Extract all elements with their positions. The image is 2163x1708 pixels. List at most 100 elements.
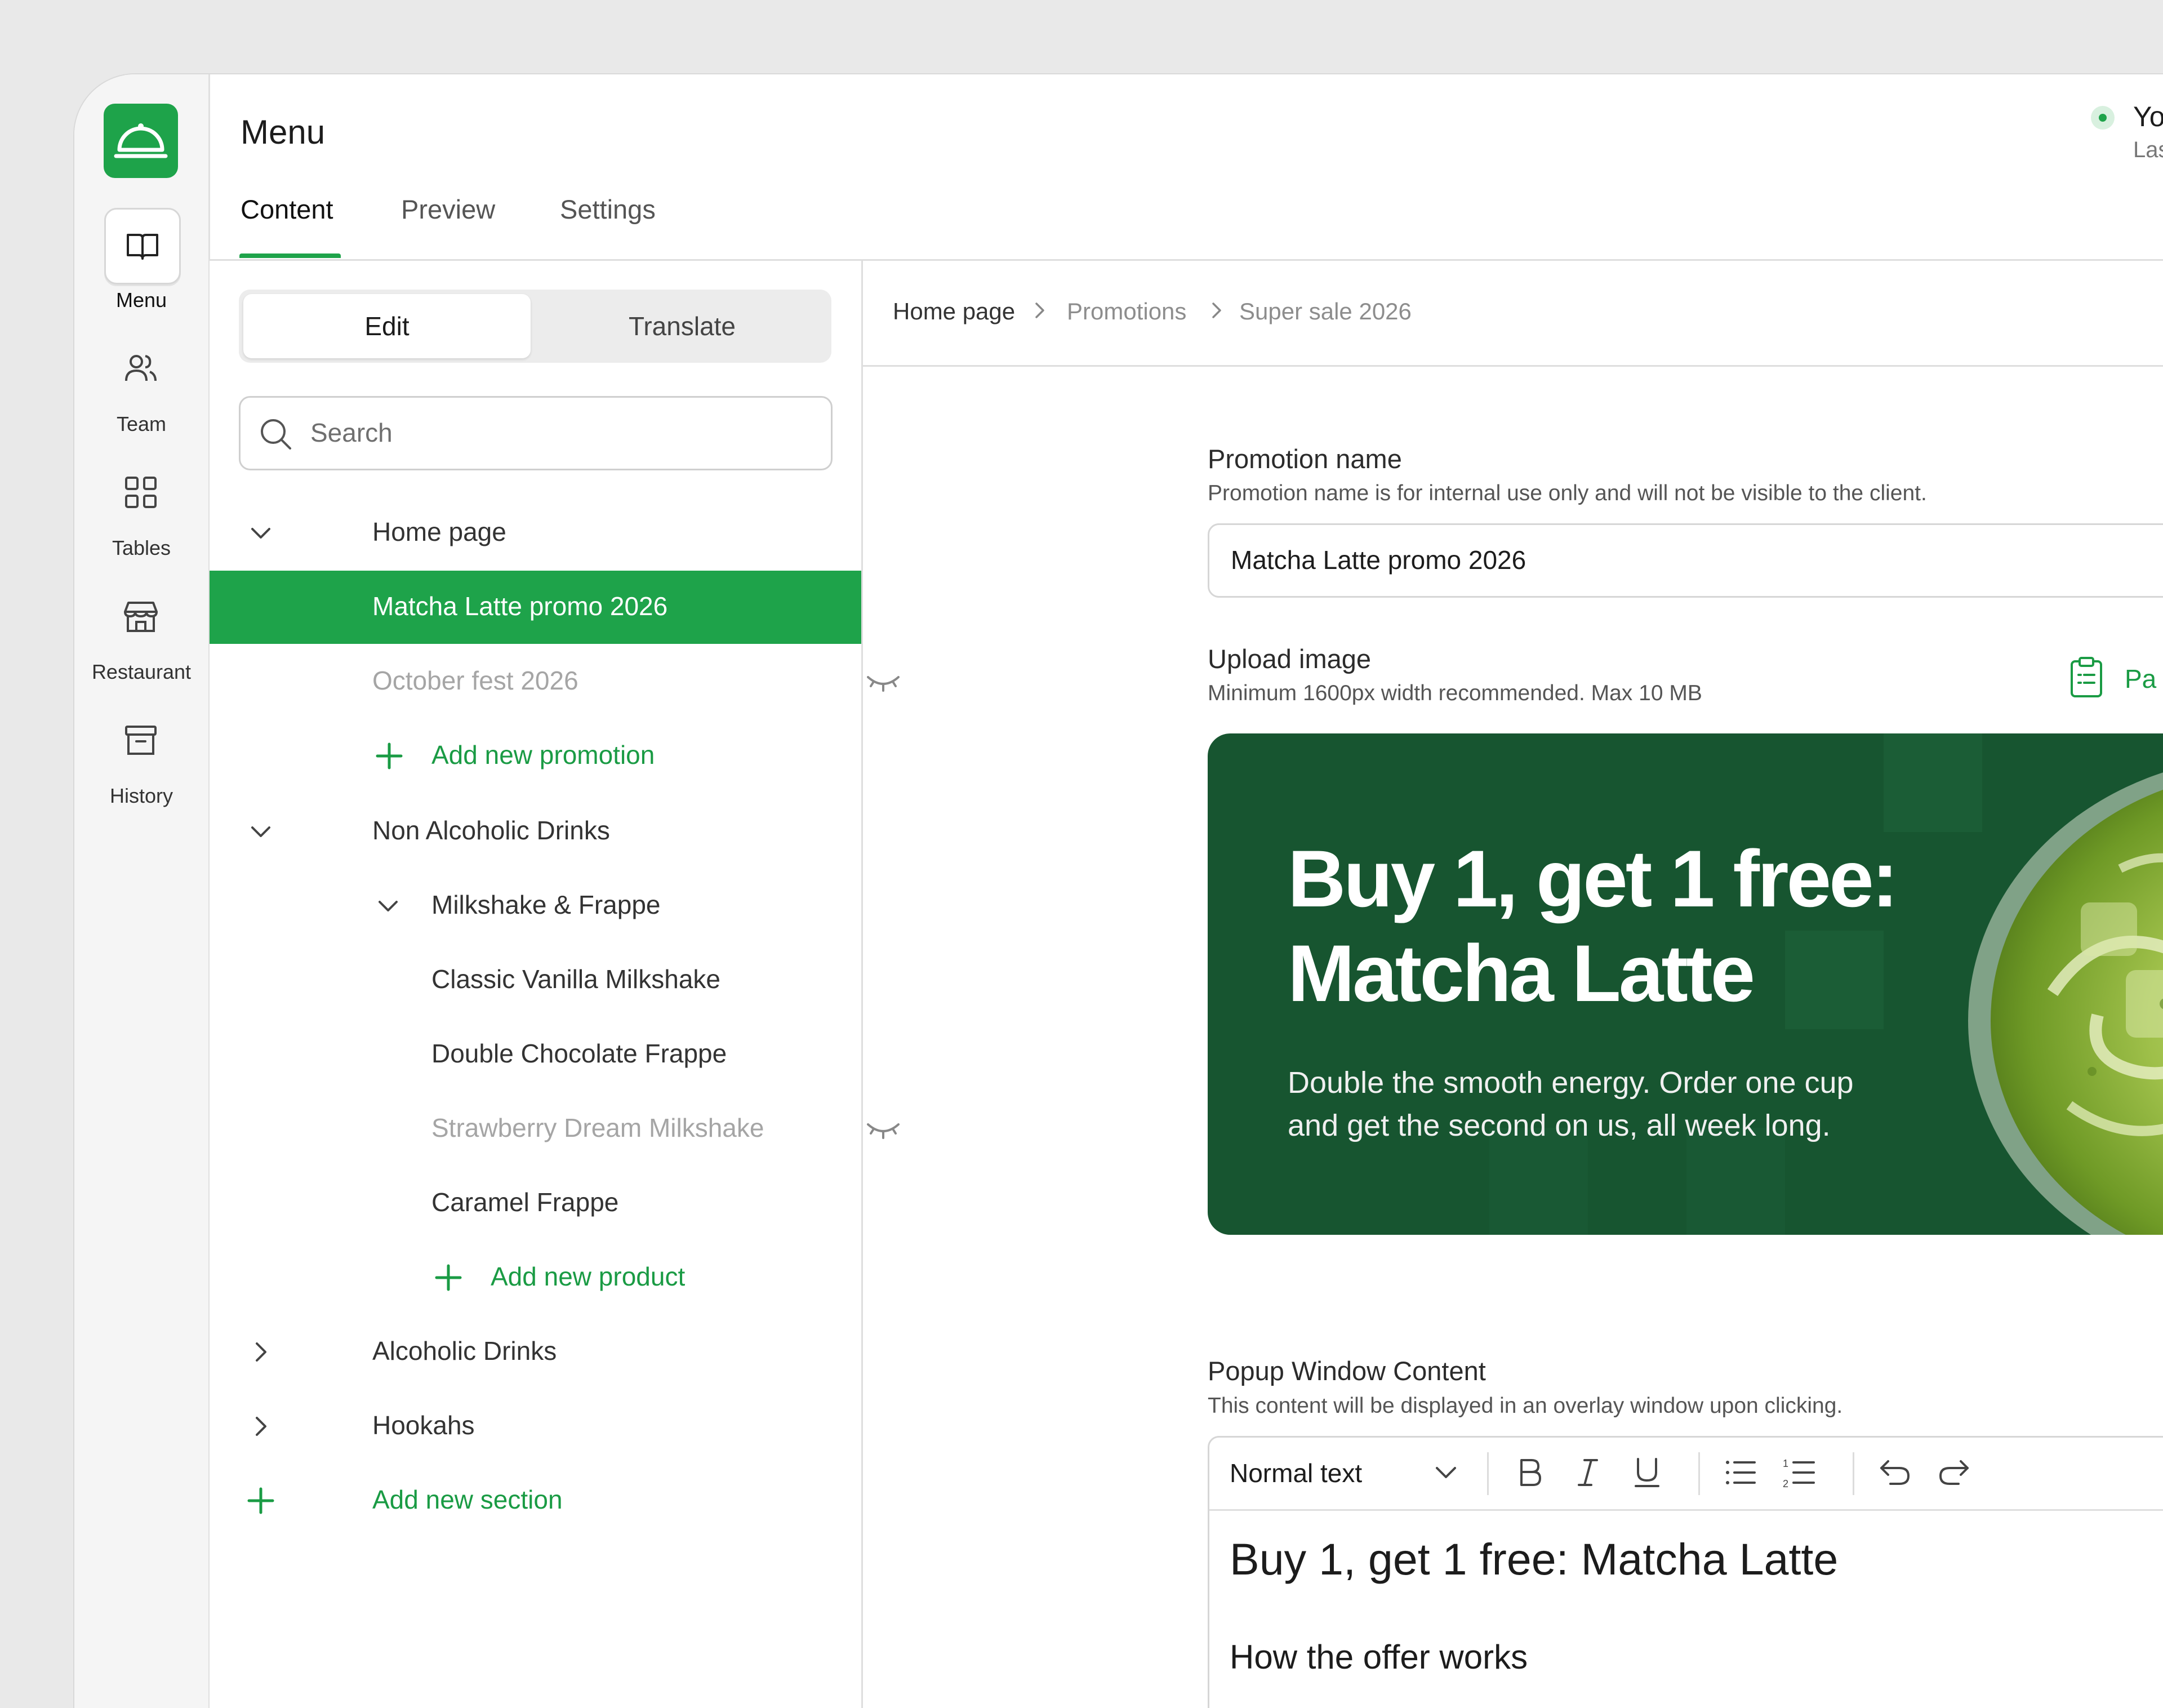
banner-headline-line2: Matcha Latte [1288,929,1755,1018]
tree-section-alcoholic[interactable]: Alcoholic Drinks [210,1315,861,1389]
chevron-down-icon[interactable] [247,817,275,846]
rail-restaurant-button[interactable] [104,580,177,653]
rail-menu-button[interactable] [104,208,181,284]
banner-headline-line1: Buy 1, get 1 free: [1288,834,1898,924]
matcha-latte-drink-image [1968,772,2163,1235]
undo-icon[interactable] [1877,1455,1913,1491]
plus-icon [435,1264,462,1291]
online-status-dot [2091,106,2115,130]
tree-section-non-alcoholic[interactable]: Non Alcoholic Drinks [210,795,861,868]
editor-heading[interactable]: Buy 1, get 1 free: Matcha Latte [1230,1533,1838,1585]
eye-closed-icon[interactable] [866,670,901,693]
clipboard-icon [2071,657,2102,697]
tab-preview[interactable]: Preview [401,194,495,225]
rich-text-editor: Normal text 12 Buy 1, get 1 free: Matcha… [1208,1436,2163,1708]
page-title: Menu [241,113,326,151]
tree-item-hidden[interactable]: October fest 2026 [210,645,900,718]
tree-label: Milkshake & Frappe [431,890,661,919]
rail-history-label: History [109,784,173,807]
tree-label: October fest 2026 [372,666,578,695]
toolbar-divider [1487,1452,1489,1495]
upload-image-label: Upload image [1208,644,1372,674]
toolbar-divider [1853,1452,1854,1495]
add-product-button[interactable]: Add new product [210,1241,861,1314]
numbered-list-icon[interactable]: 12 [1781,1455,1817,1491]
text-style-select[interactable]: Normal text [1230,1458,1362,1488]
chevron-down-icon[interactable] [247,519,275,547]
search-box[interactable] [239,396,833,470]
app-logo[interactable] [104,104,178,178]
mode-switch: Edit Translate [239,290,831,363]
rail-team-label: Team [116,412,167,435]
eye-closed-icon[interactable] [866,1118,901,1140]
tree-item[interactable]: Double Chocolate Frappe [210,1018,861,1091]
tree-label: Double Chocolate Frappe [431,1039,727,1068]
chevron-right-icon [1035,303,1044,318]
add-promotion-button[interactable]: Add new promotion [210,719,861,793]
chevron-right-icon[interactable] [247,1412,275,1440]
banner-body-line1: Double the smooth energy. Order one cup [1288,1066,1854,1100]
users-icon [125,355,157,381]
tree-subsection-milkshake[interactable]: Milkshake & Frappe [210,869,861,942]
tree-label: Alcoholic Drinks [372,1336,557,1365]
chevron-down-icon[interactable] [1428,1455,1464,1491]
tree-label: Classic Vanilla Milkshake [431,964,720,994]
toolbar-divider [1698,1452,1700,1495]
rail-menu-label: Menu [115,288,167,312]
svg-text:2: 2 [1783,1478,1788,1489]
svg-text:1: 1 [1783,1458,1788,1469]
editor-subheading[interactable]: How the offer works [1230,1638,1528,1676]
tree-label: Strawberry Dream Milkshake [431,1113,764,1142]
italic-icon[interactable] [1570,1455,1606,1491]
banner-headline: Buy 1, get 1 free: Matcha Latte [1288,832,1935,1021]
bullet-list-icon[interactable] [1722,1455,1758,1491]
tree-label: Matcha Latte promo 2026 [372,591,668,621]
search-icon [261,419,291,450]
banner-body-line2: and get the second on us, all week long. [1288,1109,1831,1142]
tree-label: Hookahs [372,1411,475,1440]
underline-icon[interactable] [1629,1455,1665,1491]
tab-settings[interactable]: Settings [560,194,656,225]
tree-item-hidden[interactable]: Strawberry Dream Milkshake [210,1092,900,1166]
rail-history-button[interactable] [104,704,177,777]
cloche-icon [114,123,168,158]
tab-content[interactable]: Content [241,194,333,225]
add-section-button[interactable]: Add new section [210,1464,861,1537]
translate-mode-button[interactable]: Translate [537,294,827,358]
rail-tables-button[interactable] [104,456,177,529]
store-icon [124,602,158,632]
popup-content-label: Popup Window Content [1208,1356,1486,1386]
book-open-icon [127,234,158,260]
tree-label: Home page [372,517,506,546]
tree-section-home-page[interactable]: Home page [210,496,861,570]
chevron-right-icon[interactable] [247,1338,275,1366]
breadcrumb-home[interactable]: Home page [893,298,1015,325]
banner-body: Double the smooth energy. Order one cup … [1288,1061,1907,1147]
breadcrumb-current: Super sale 2026 [1239,298,1412,324]
search-input[interactable] [309,413,807,452]
redo-icon[interactable] [1936,1455,1972,1491]
promotion-name-input[interactable] [1230,541,2077,579]
paste-label: Pa [2125,664,2157,693]
plus-icon [376,742,403,770]
bold-icon[interactable] [1511,1455,1547,1491]
promo-banner-image[interactable]: Buy 1, get 1 free: Matcha Latte Double t… [1208,733,2163,1235]
editor-toolbar: Normal text 12 [1209,1438,2163,1511]
rail-team-button[interactable] [104,332,177,405]
plus-icon [247,1487,274,1514]
tree-section-hookahs[interactable]: Hookahs [210,1390,861,1463]
tree-label: Add new product [491,1262,686,1291]
app-window: Menu Team Tables Restaurant History Menu… [73,73,2163,1708]
promotion-name-label: Promotion name [1208,444,1402,474]
tree-item-selected[interactable]: Matcha Latte promo 2026 [210,571,861,644]
promotion-name-field[interactable] [1208,523,2163,598]
edit-mode-button[interactable]: Edit [243,294,531,358]
nav-rail: Menu Team Tables Restaurant History [74,74,210,1708]
breadcrumb-promotions[interactable]: Promotions [1067,298,1186,325]
tree-item[interactable]: Classic Vanilla Milkshake [210,944,861,1017]
archive-icon [125,726,157,755]
breadcrumb: Home page Promotions Super sale 2026 [863,261,2163,367]
promotion-name-help: Promotion name is for internal use only … [1208,481,1927,505]
tree-item[interactable]: Caramel Frappe [210,1167,861,1240]
chevron-down-icon[interactable] [374,892,402,920]
